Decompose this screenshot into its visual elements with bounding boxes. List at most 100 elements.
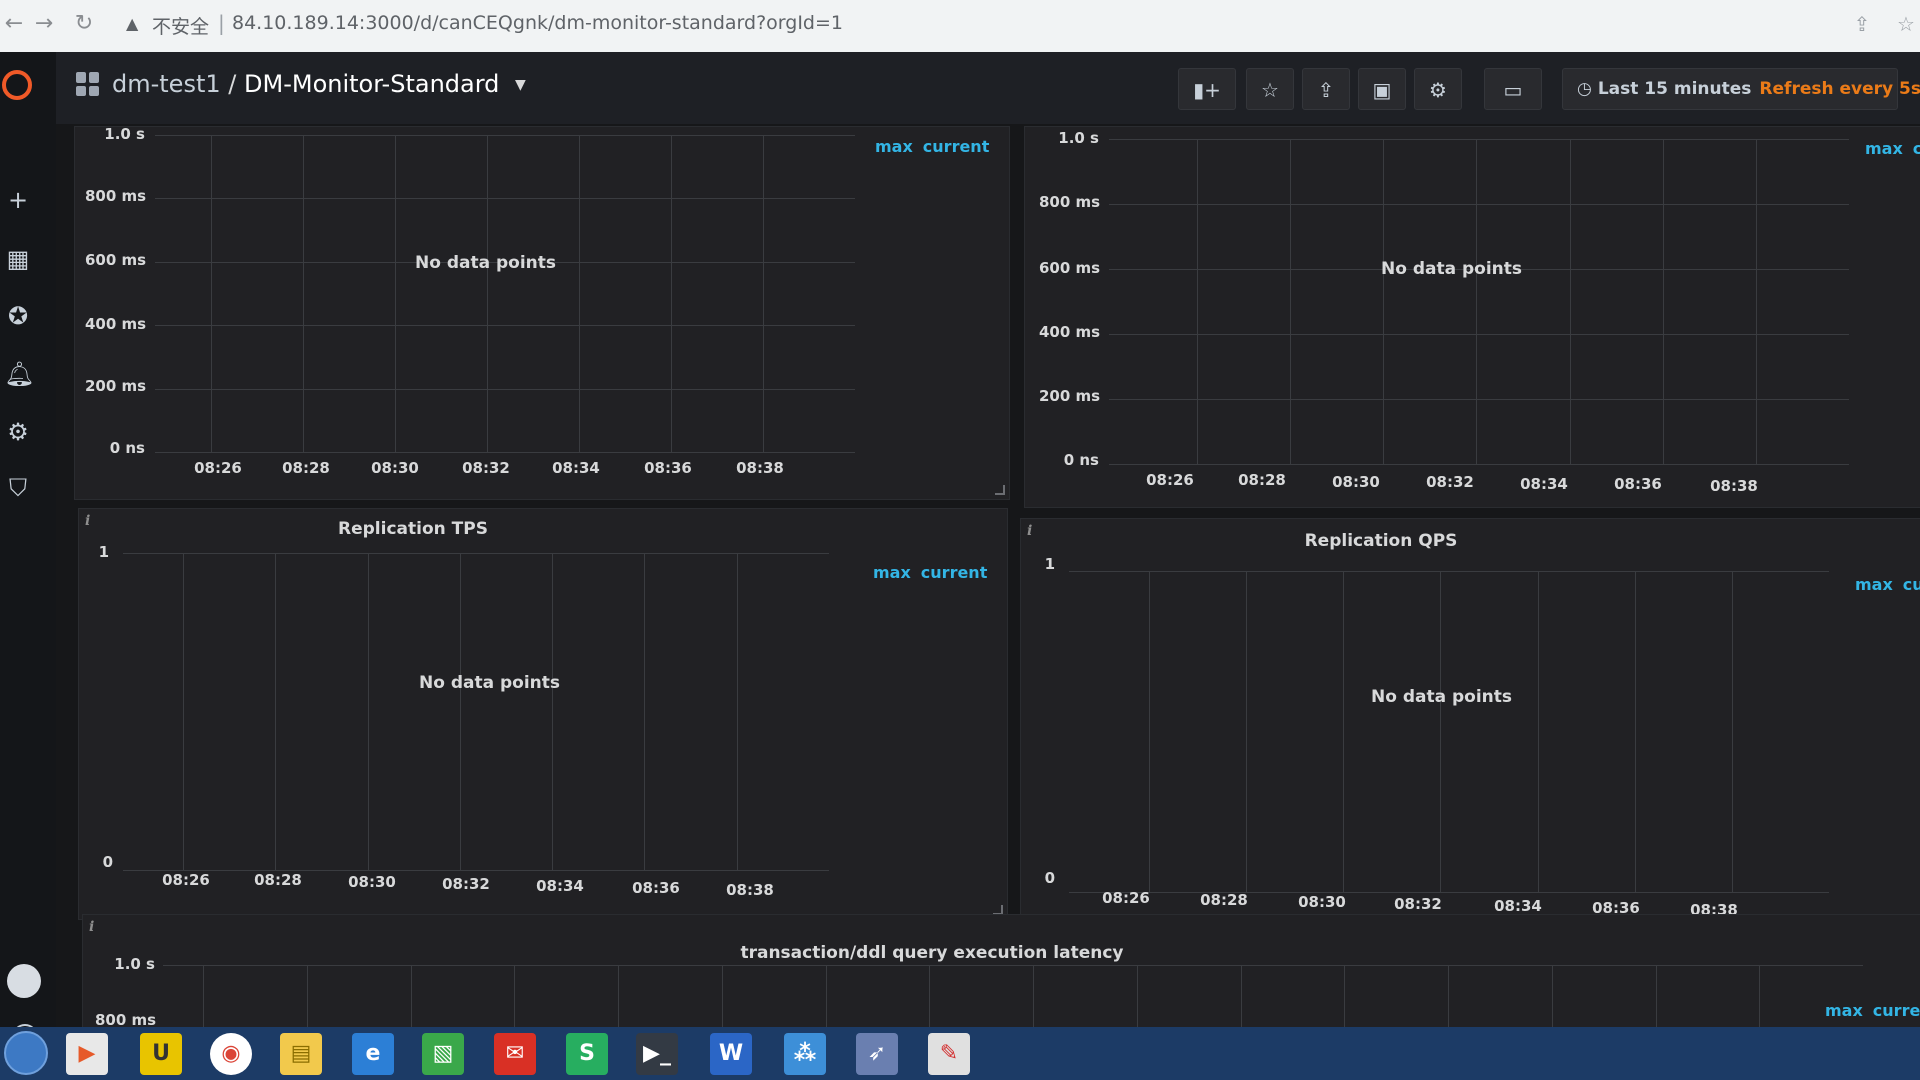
settings-button[interactable]: ⚙	[1414, 68, 1462, 110]
grid-line-vertical	[1343, 571, 1344, 893]
grid-line-vertical	[1635, 571, 1636, 893]
y-tick: 0	[102, 853, 113, 871]
image-viewer-icon[interactable]: ▧	[422, 1033, 464, 1075]
panel-latency-1[interactable]: 1.0 s 800 ms 600 ms 400 ms 200 ms 0 ns 0…	[74, 125, 1010, 500]
word-icon[interactable]: W	[710, 1033, 752, 1075]
time-picker[interactable]: ◷ Last 15 minutes Refresh every 5s	[1562, 68, 1920, 110]
share-dashboard-button[interactable]: ⇪	[1302, 68, 1350, 110]
panel-replication-qps[interactable]: i Replication QPS 1 0 08:26 08:28 08:30 …	[1020, 518, 1920, 936]
user-avatar[interactable]	[7, 964, 41, 998]
legend-max[interactable]: max	[1865, 139, 1903, 158]
pdf-reader-icon[interactable]: ✎	[928, 1033, 970, 1075]
address-separator: |	[218, 11, 225, 35]
grafana-logo-icon[interactable]	[2, 70, 32, 100]
media-player-icon[interactable]: ▶	[66, 1033, 108, 1075]
legend-current[interactable]: current	[923, 137, 990, 156]
address-bar[interactable]: 84.10.189.14:3000/d/canCEQgnk/dm-monitor…	[232, 12, 843, 34]
grid-line-vertical	[1246, 571, 1247, 893]
grid-line-vertical	[671, 135, 672, 453]
reload-icon[interactable]: ↻	[70, 10, 98, 38]
graph-grid	[155, 135, 855, 453]
grid-line-vertical	[552, 553, 553, 871]
sidebar: + ▦ ✪ 🔔︎ ⚙ ⛉ ?	[0, 52, 56, 1050]
info-icon[interactable]: i	[89, 919, 94, 935]
grid-line-horizontal	[1109, 139, 1849, 140]
share-icon[interactable]: ⇪	[1850, 12, 1874, 36]
file-explorer-icon[interactable]: ▤	[280, 1033, 322, 1075]
x-tick: 08:28	[1238, 471, 1286, 489]
y-tick: 400 ms	[85, 315, 147, 333]
legend-max[interactable]: max	[1825, 1001, 1863, 1020]
x-tick: 08:26	[1102, 889, 1150, 907]
panel-replication-tps[interactable]: i Replication TPS 1 0 08:26 08:28 08:30 …	[78, 508, 1008, 920]
legend-current[interactable]: c	[1913, 139, 1920, 158]
alerting-bell-icon[interactable]: 🔔︎	[4, 360, 34, 388]
explore-compass-icon[interactable]: ✪	[4, 302, 32, 330]
star-dashboard-button[interactable]: ☆	[1246, 68, 1294, 110]
chrome-icon[interactable]: ◉	[210, 1033, 252, 1075]
add-panel-button[interactable]: ▮+	[1178, 68, 1236, 110]
x-tick: 08:34	[536, 877, 584, 895]
panel-title[interactable]: Replication QPS	[931, 531, 1831, 551]
grid-line-horizontal	[155, 452, 855, 453]
folder-name[interactable]: dm-test1	[112, 70, 221, 98]
x-tick: 08:28	[282, 459, 330, 477]
grid-line-horizontal	[1069, 892, 1829, 893]
x-tick: 08:38	[1710, 477, 1758, 495]
graph-grid	[123, 553, 829, 871]
grid-line-horizontal	[155, 135, 855, 136]
grid-line-vertical	[211, 135, 212, 453]
time-range[interactable]: Last 15 minutes	[1598, 79, 1752, 99]
ultraedit-icon[interactable]: U	[140, 1033, 182, 1075]
back-icon[interactable]: ←	[0, 10, 28, 38]
dashboard-title[interactable]: DM-Monitor-Standard	[244, 70, 499, 98]
breadcrumb[interactable]: dm-test1 / DM-Monitor-Standard ▼	[112, 70, 526, 98]
no-data-message: No data points	[1381, 259, 1523, 279]
plus-icon[interactable]: +	[4, 186, 32, 214]
panel-latency-2[interactable]: 1.0 s 800 ms 600 ms 400 ms 200 ms 0 ns 0…	[1024, 126, 1920, 508]
y-tick: 800 ms	[1039, 193, 1101, 211]
internet-explorer-icon[interactable]: e	[352, 1033, 394, 1075]
legend: max current	[873, 563, 997, 582]
legend-current[interactable]: cur	[1903, 575, 1920, 594]
grid-line-vertical	[411, 965, 412, 1028]
legend-max[interactable]: max	[1855, 575, 1893, 594]
legend-current[interactable]: current	[921, 563, 988, 582]
x-tick: 08:32	[1426, 473, 1474, 491]
y-tick: 600 ms	[1039, 259, 1101, 277]
windows-taskbar: ▶ U ◉ ▤ e ▧ ✉ S ▶_ W ⁂ ➶ ✎	[0, 1027, 1920, 1080]
security-label[interactable]: 不安全	[152, 12, 209, 39]
panel-transaction-latency[interactable]: i transaction/ddl query execution latenc…	[82, 914, 1920, 1029]
grid-line-vertical	[1538, 571, 1539, 893]
legend-max[interactable]: max	[873, 563, 911, 582]
refresh-interval[interactable]: Refresh every 5s	[1759, 79, 1920, 99]
x-tick: 08:38	[726, 881, 774, 899]
y-tick: 600 ms	[85, 251, 147, 269]
x-tick: 08:32	[462, 459, 510, 477]
tv-mode-button[interactable]: ▭	[1484, 68, 1542, 110]
server-admin-shield-icon[interactable]: ⛉	[4, 474, 32, 502]
feather-app-icon[interactable]: ➶	[856, 1033, 898, 1075]
add-panel-icon: ▮+	[1193, 78, 1221, 102]
save-dashboard-button[interactable]: ▣	[1358, 68, 1406, 110]
warning-icon: ▲	[126, 14, 139, 33]
configuration-gear-icon[interactable]: ⚙	[4, 418, 32, 446]
legend-max[interactable]: max	[875, 137, 913, 156]
panel-title[interactable]: Replication TPS	[0, 519, 877, 539]
bookmark-star-icon[interactable]: ☆	[1894, 12, 1918, 36]
network-app-icon[interactable]: ⁂	[784, 1033, 826, 1075]
grid-line-vertical	[395, 135, 396, 453]
dashboards-icon[interactable]: ▦	[4, 245, 32, 273]
panel-title[interactable]: transaction/ddl query execution latency	[13, 943, 1851, 963]
resize-handle[interactable]	[995, 485, 1005, 495]
terminal-icon[interactable]: ▶_	[636, 1033, 678, 1075]
grid-line-vertical	[1656, 965, 1657, 1028]
spreadsheet-icon[interactable]: S	[566, 1033, 608, 1075]
start-button[interactable]	[4, 1031, 48, 1075]
chevron-down-icon[interactable]: ▼	[515, 77, 526, 93]
y-tick: 400 ms	[1039, 323, 1101, 341]
mail-icon[interactable]: ✉	[494, 1033, 536, 1075]
forward-icon[interactable]: →	[30, 10, 58, 38]
breadcrumb-separator: /	[228, 70, 237, 98]
legend-current[interactable]: current	[1873, 1001, 1920, 1020]
